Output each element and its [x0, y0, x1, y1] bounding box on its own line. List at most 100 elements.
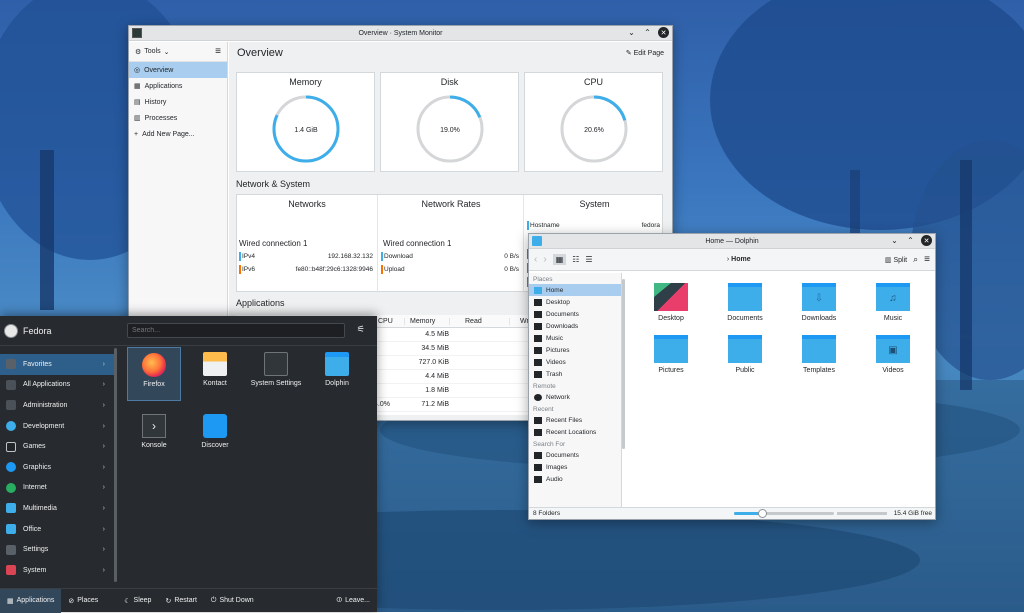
- file-item-pictures[interactable]: Pictures: [641, 335, 701, 374]
- sidebar-item-processes[interactable]: ▥ Processes: [129, 110, 227, 126]
- kontact-icon: [203, 352, 227, 376]
- maximize-icon[interactable]: ⌃: [905, 235, 916, 246]
- category-office[interactable]: Office ›: [0, 519, 117, 540]
- wired-connection-label: Wired connection 1: [239, 239, 308, 248]
- forward-icon[interactable]: ›: [543, 254, 546, 265]
- chevron-right-icon: ›: [102, 566, 105, 574]
- system-monitor-titlebar[interactable]: Overview · System Monitor ⌄ ⌃ ✕: [129, 26, 672, 41]
- app-discover[interactable]: Discover: [188, 409, 242, 463]
- category-graphics[interactable]: Graphics ›: [0, 457, 117, 478]
- places-tab[interactable]: ⊘ Places: [61, 589, 105, 613]
- place-network[interactable]: Network: [529, 391, 621, 403]
- file-item-downloads[interactable]: ⇩ Downloads: [789, 283, 849, 322]
- memory-title: Memory: [289, 77, 322, 87]
- sidebar-item-overview[interactable]: ◎ Overview: [129, 62, 227, 78]
- file-item-public[interactable]: Public: [715, 335, 775, 374]
- minimize-icon[interactable]: ⌄: [889, 235, 900, 246]
- place-music[interactable]: Music: [529, 332, 621, 344]
- search-icon[interactable]: ⌕: [913, 254, 918, 265]
- sleep-button[interactable]: ☾ Sleep: [117, 589, 158, 613]
- chevron-right-icon: ›: [102, 504, 105, 512]
- place-home[interactable]: Home: [529, 284, 621, 296]
- restart-button[interactable]: ↻ Restart: [158, 589, 203, 613]
- category-all-applications[interactable]: All Applications ›: [0, 375, 117, 396]
- zoom-slider[interactable]: [734, 509, 834, 518]
- category-settings[interactable]: Settings ›: [0, 539, 117, 560]
- place-downloads[interactable]: Downloads: [529, 320, 621, 332]
- category-multimedia[interactable]: Multimedia ›: [0, 498, 117, 519]
- sidebar-item-applications[interactable]: ▦ Applications: [129, 78, 227, 94]
- file-item-documents[interactable]: Documents: [715, 283, 775, 322]
- file-item-music[interactable]: ♫ Music: [863, 283, 923, 322]
- chevron-right-icon: ›: [102, 401, 105, 409]
- category-development[interactable]: Development ›: [0, 416, 117, 437]
- hostname-row: Hostname fedora: [525, 219, 664, 232]
- app-firefox[interactable]: Firefox: [127, 347, 181, 401]
- search-documents[interactable]: Documents: [529, 449, 621, 461]
- place-label: Desktop: [546, 298, 570, 306]
- search-input[interactable]: [127, 323, 345, 338]
- place-label: Videos: [546, 358, 566, 366]
- places-scrollbar[interactable]: [622, 279, 625, 449]
- file-item-desktop[interactable]: Desktop: [641, 283, 701, 322]
- back-icon[interactable]: ‹: [534, 254, 537, 265]
- dolphin-titlebar[interactable]: Home — Dolphin ⌄ ⌃ ✕: [529, 234, 935, 249]
- tools-menu-button[interactable]: ⚙ Tools ⌄: [135, 48, 170, 56]
- column-read[interactable]: Read: [449, 317, 509, 325]
- close-icon[interactable]: ✕: [921, 235, 932, 246]
- app-kontact[interactable]: Kontact: [188, 347, 242, 401]
- app-konsole[interactable]: › Konsole: [127, 409, 181, 463]
- column-cpu[interactable]: CPU: [374, 317, 404, 325]
- app-dolphin[interactable]: Dolphin: [310, 347, 364, 401]
- icons-view-icon[interactable]: ▦: [552, 254, 567, 265]
- pictures-icon: [534, 346, 542, 354]
- app-system-settings[interactable]: System Settings: [249, 347, 303, 401]
- category-label: All Applications: [23, 381, 71, 389]
- place-pictures[interactable]: Pictures: [529, 344, 621, 356]
- category-administration[interactable]: Administration ›: [0, 395, 117, 416]
- place-desktop[interactable]: Desktop: [529, 296, 621, 308]
- zoom-slider-handle[interactable]: [758, 509, 767, 518]
- category-label: Settings: [23, 546, 49, 554]
- category-games[interactable]: Games ›: [0, 436, 117, 457]
- place-documents[interactable]: Documents: [529, 308, 621, 320]
- category-system[interactable]: System ›: [0, 560, 117, 581]
- hamburger-menu-icon[interactable]: ≡: [215, 46, 221, 57]
- search-audio[interactable]: Audio: [529, 473, 621, 485]
- places-compass-icon: ⊘: [68, 597, 75, 605]
- split-button[interactable]: ▥ Split: [885, 256, 907, 264]
- file-item-templates[interactable]: Templates: [789, 335, 849, 374]
- tools-label: Tools: [144, 48, 161, 55]
- configure-icon[interactable]: ⚟: [357, 324, 365, 335]
- column-memory[interactable]: Memory: [404, 317, 449, 325]
- file-item-videos[interactable]: ▣ Videos: [863, 335, 923, 374]
- minimize-icon[interactable]: ⌄: [626, 27, 637, 38]
- shutdown-button[interactable]: ⏻ Shut Down: [204, 589, 261, 613]
- sidebar-item-history[interactable]: ▤ History: [129, 94, 227, 110]
- category-scrollbar[interactable]: [114, 348, 117, 582]
- place-recent-files[interactable]: Recent Files: [529, 414, 621, 426]
- leave-button[interactable]: ⏼ Leave...: [330, 589, 377, 613]
- category-favorites[interactable]: Favorites ›: [0, 354, 117, 375]
- sidebar-item-label: History: [144, 98, 167, 106]
- restart-icon: ↻: [165, 597, 172, 605]
- place-trash[interactable]: Trash: [529, 368, 621, 380]
- network-section-title: Network & System: [236, 179, 311, 189]
- avatar[interactable]: [4, 323, 18, 338]
- edit-page-button[interactable]: ✎ Edit Page: [626, 49, 664, 57]
- search-images[interactable]: Images: [529, 461, 621, 473]
- remote-header: Remote: [533, 383, 556, 390]
- place-recent-locations[interactable]: Recent Locations: [529, 426, 621, 438]
- breadcrumb[interactable]: › Home: [599, 256, 879, 263]
- hamburger-menu-icon[interactable]: ≡: [924, 254, 930, 265]
- applications-tab[interactable]: ▦ Applications: [0, 588, 62, 613]
- sidebar-item-add-page[interactable]: + Add New Page...: [129, 126, 227, 142]
- details-view-icon[interactable]: ☰: [585, 255, 592, 264]
- dolphin-icon: [325, 352, 349, 376]
- maximize-icon[interactable]: ⌃: [642, 27, 653, 38]
- place-videos[interactable]: Videos: [529, 356, 621, 368]
- close-icon[interactable]: ✕: [658, 27, 669, 38]
- compact-view-icon[interactable]: ☷: [572, 255, 579, 264]
- recent-header: Recent: [533, 406, 554, 413]
- category-internet[interactable]: Internet ›: [0, 478, 117, 499]
